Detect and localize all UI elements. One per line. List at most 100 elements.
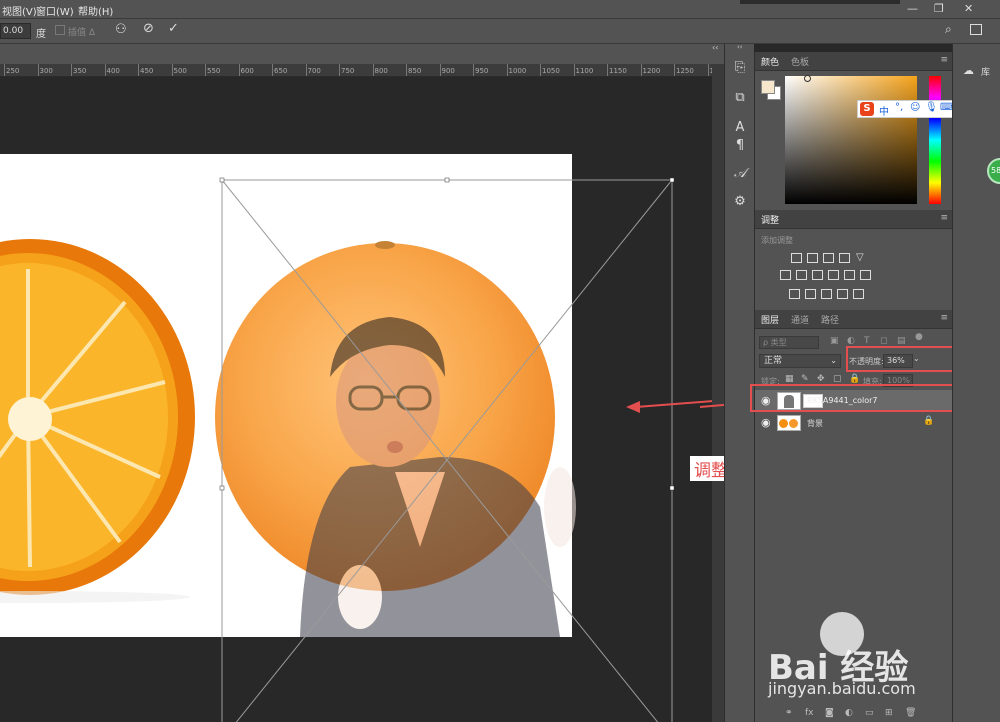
color-panel-tabs: 颜色 色板 ≡	[755, 52, 953, 71]
ruler-tick-label: 500	[173, 67, 187, 75]
ruler-tick-line	[205, 64, 206, 76]
menu-help[interactable]: 帮助(H)	[78, 3, 113, 18]
close-button[interactable]: ✕	[964, 2, 973, 15]
lock-position-icon[interactable]: ✥	[817, 374, 825, 384]
ruler-tick-line	[138, 64, 139, 76]
lock-artboard-icon[interactable]: ▢	[833, 374, 842, 384]
angle-input[interactable]: 0.00	[0, 23, 31, 39]
search-icon[interactable]: ⌕	[945, 22, 952, 37]
hue-saturation-icon[interactable]	[780, 270, 791, 280]
collapse-icon[interactable]: ‹‹	[737, 43, 743, 51]
channel-mixer-icon[interactable]	[844, 270, 855, 280]
blend-mode-select[interactable]: 正常 ⌄	[759, 354, 841, 368]
document-canvas[interactable]	[0, 77, 712, 722]
collapse-icon[interactable]: ‹‹	[712, 43, 718, 52]
panel-tool-strip: ‹‹ ⎘ ⧉ A ¶ 𝒜 ⚙	[724, 43, 754, 722]
lock-transparent-icon[interactable]: ▦	[785, 374, 794, 384]
color-lookup-icon[interactable]	[860, 270, 871, 280]
filter-type-icon[interactable]: T	[864, 336, 870, 346]
menu-window[interactable]: 窗口(W)	[36, 3, 74, 18]
ruler-tick-label: 1250	[676, 67, 694, 75]
layer-name[interactable]: 背景	[807, 418, 823, 429]
paragraph-icon[interactable]: ¶	[730, 136, 750, 156]
vertical-scrollbar[interactable]	[712, 64, 724, 722]
ruler-tick-line	[540, 64, 541, 76]
photo-filter-icon[interactable]	[828, 270, 839, 280]
ruler-tick-line	[707, 64, 709, 76]
cancel-icon[interactable]: ⊘	[143, 21, 154, 36]
floating-badge[interactable]: 58	[987, 158, 1000, 184]
eye-icon[interactable]: ◉	[761, 416, 771, 429]
cc-libraries-icon[interactable]: ☁	[963, 64, 974, 77]
ruler-tick-line	[674, 64, 675, 76]
ime-lang-toggle[interactable]: 中	[879, 103, 889, 118]
tab-paths[interactable]: 路径	[821, 313, 839, 326]
selective-color-icon[interactable]	[853, 289, 864, 299]
lock-all-icon[interactable]: 🔒	[849, 374, 860, 384]
title-strip	[740, 0, 900, 4]
filter-toggle-icon[interactable]: ●	[915, 332, 923, 342]
ruler-tick-line	[238, 64, 240, 76]
posterize-icon[interactable]	[805, 289, 816, 299]
menu-view[interactable]: 视图(V)	[2, 3, 37, 18]
exposure-icon[interactable]	[839, 253, 850, 263]
horizontal-ruler: 250 300 350 400 450 500 550 600 650 700 750 800 850 9…	[0, 64, 712, 77]
character-icon[interactable]: A	[730, 118, 750, 138]
glyphs-icon[interactable]: 𝒜	[730, 164, 750, 184]
black-white-icon[interactable]	[812, 270, 823, 280]
layer-kind-filter[interactable]: ρ 类型	[759, 336, 819, 349]
lock-pixels-icon[interactable]: ✎	[801, 374, 809, 384]
curves-icon[interactable]	[823, 253, 834, 263]
color-picker-field[interactable]	[785, 76, 917, 204]
interp-checkbox[interactable]	[55, 25, 65, 35]
panel-menu-icon[interactable]: ≡	[940, 213, 948, 223]
foreground-color-swatch[interactable]	[761, 80, 775, 94]
ime-emoji-icon[interactable]: ☺	[910, 102, 920, 113]
minimize-button[interactable]: —	[907, 2, 918, 15]
tab-swatches[interactable]: 色板	[791, 55, 809, 68]
layer-thumbnail	[777, 415, 801, 431]
filter-pixel-icon[interactable]: ▣	[830, 336, 839, 346]
ruler-tick-label: 700	[307, 67, 321, 75]
gradient-map-icon[interactable]	[837, 289, 848, 299]
panel-menu-icon[interactable]: ≡	[940, 313, 948, 323]
panel-menu-icon[interactable]: ≡	[940, 55, 948, 65]
ruler-tick-label: 550	[207, 67, 221, 75]
color-picker-cursor[interactable]	[804, 75, 811, 82]
brightness-icon[interactable]	[791, 253, 802, 263]
levels-icon[interactable]	[807, 253, 818, 263]
layer-comps-icon[interactable]: ⚙	[730, 192, 750, 212]
tab-channels[interactable]: 通道	[791, 313, 809, 326]
vibrance-icon[interactable]: ▽	[855, 253, 866, 263]
properties-icon[interactable]: ⧉	[730, 88, 750, 108]
ruler-tick-label: 900	[441, 67, 455, 75]
tab-color[interactable]: 颜色	[761, 55, 779, 68]
adjustments-hint: 添加调整	[761, 236, 793, 245]
restore-button[interactable]: ❐	[934, 2, 944, 15]
workspace-icon[interactable]	[970, 24, 982, 35]
ime-punct-icon[interactable]: °,	[895, 102, 903, 113]
warp-icon[interactable]: ⚇	[115, 22, 127, 37]
filter-smart-icon[interactable]: ▤	[897, 336, 906, 346]
invert-icon[interactable]	[789, 289, 800, 299]
ruler-tick-label: 950	[475, 67, 489, 75]
history-icon[interactable]: ⎘	[730, 58, 750, 78]
tab-layers[interactable]: 图层	[761, 313, 779, 326]
tab-adjustments[interactable]: 调整	[761, 213, 779, 226]
canvas-area[interactable]	[0, 77, 712, 722]
check-icon[interactable]: ✓	[168, 21, 179, 36]
filter-shape-icon[interactable]: ◻	[880, 336, 887, 346]
color-balance-icon[interactable]	[796, 270, 807, 280]
filter-adjust-icon[interactable]: ◐	[847, 336, 855, 346]
ime-logo-icon[interactable]: S	[860, 102, 874, 116]
ruler-tick-label: 1100	[575, 67, 594, 75]
ruler-tick-label: 250	[6, 67, 20, 75]
hue-slider[interactable]	[929, 76, 941, 204]
threshold-icon[interactable]	[821, 289, 832, 299]
library-label[interactable]: 库	[981, 65, 990, 78]
chevron-down-icon: ⌄	[830, 356, 837, 365]
ime-voice-icon[interactable]: 🎙	[925, 102, 938, 113]
ruler-tick-line	[104, 64, 106, 76]
layer-row[interactable]: ◉ 背景 🔒	[755, 412, 953, 434]
ruler-tick-line	[339, 64, 340, 76]
